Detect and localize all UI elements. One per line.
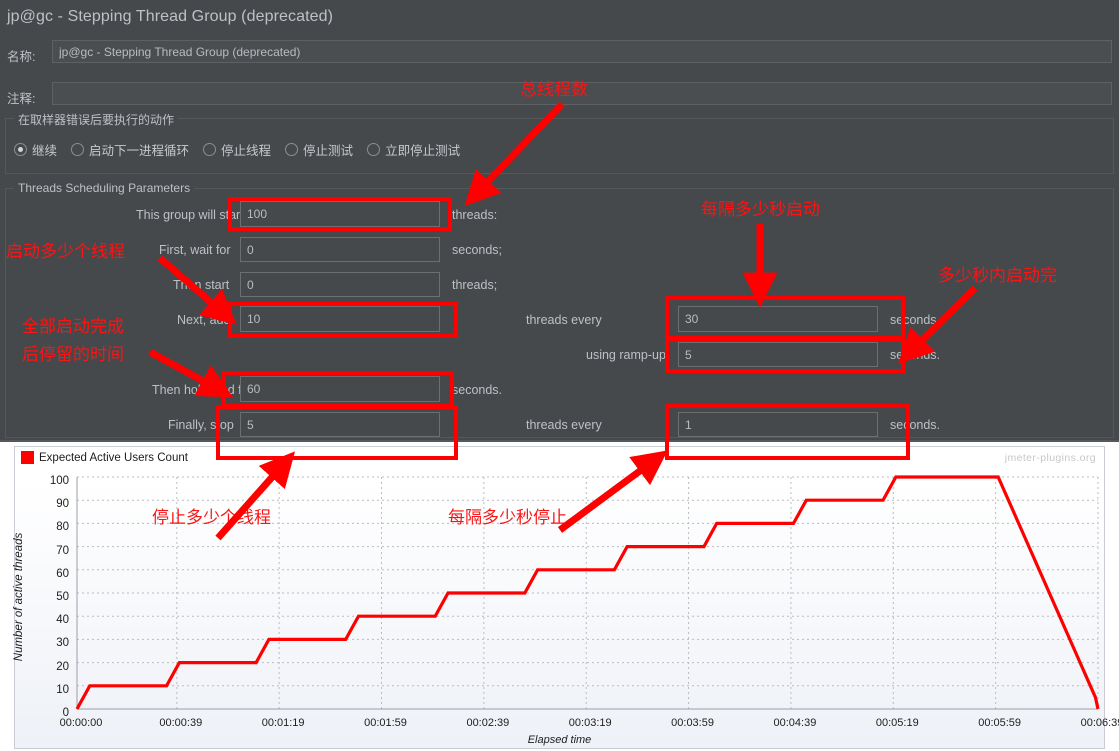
finally-stop-mid-label: threads every bbox=[526, 418, 602, 432]
finally-stop-input[interactable] bbox=[240, 412, 440, 437]
next-add-every-input[interactable] bbox=[678, 306, 878, 332]
chart-x-tick: 00:04:39 bbox=[773, 717, 817, 729]
first-wait-input[interactable] bbox=[240, 237, 440, 262]
chart-x-tick: 00:00:00 bbox=[59, 717, 103, 729]
error-action-radios: 继续 启动下一进程循环 停止线程 停止测试 立即停止测试 bbox=[14, 140, 474, 159]
chart-watermark: jmeter-plugins.org bbox=[1004, 452, 1096, 464]
radio-stop-test-now[interactable]: 立即停止测试 bbox=[367, 140, 460, 159]
chart-y-tick: 10 bbox=[56, 683, 69, 696]
error-action-group-title: 在取样器错误后要执行的动作 bbox=[14, 111, 179, 128]
hold-load-input[interactable] bbox=[240, 376, 440, 402]
legend-swatch-icon bbox=[21, 451, 34, 464]
radio-start-next-loop[interactable]: 启动下一进程循环 bbox=[71, 140, 189, 159]
chart-y-tick: 60 bbox=[56, 567, 69, 580]
chart-x-tick: 00:06:39 bbox=[1080, 717, 1119, 729]
chart-plot-area: Expected Active Users Count jmeter-plugi… bbox=[13, 446, 1119, 749]
radio-stop-test-icon bbox=[285, 143, 299, 156]
chart-x-tick: 00:05:59 bbox=[978, 717, 1022, 729]
radio-start-next-loop-label: 启动下一进程循环 bbox=[89, 144, 190, 158]
next-add-mid-label: threads every bbox=[526, 313, 602, 327]
rampup-suffix: seconds. bbox=[890, 348, 941, 362]
then-start-input[interactable] bbox=[240, 272, 440, 297]
expected-load-chart: Expected Active Users Count jmeter-plugi… bbox=[0, 440, 1119, 751]
finally-stop-every-input[interactable] bbox=[678, 412, 878, 437]
chart-x-tick: 00:02:39 bbox=[466, 717, 510, 729]
chart-y-tick: 50 bbox=[56, 591, 69, 603]
comment-label: 注释: bbox=[7, 92, 36, 106]
then-start-suffix: threads; bbox=[452, 278, 498, 292]
chart-y-tick: 100 bbox=[49, 475, 69, 487]
chart-y-tick: 40 bbox=[56, 614, 69, 627]
name-label: 名称: bbox=[7, 50, 36, 64]
rampup-input[interactable] bbox=[678, 342, 878, 367]
hold-load-suffix: seconds. bbox=[452, 383, 503, 397]
radio-stop-thread[interactable]: 停止线程 bbox=[203, 140, 271, 159]
radio-stop-thread-icon bbox=[203, 143, 217, 156]
chart-x-tick: 00:03:59 bbox=[671, 717, 714, 729]
chart-x-tick: 00:01:59 bbox=[364, 717, 407, 729]
finally-stop-label: Finally, stop bbox=[168, 418, 234, 432]
chart-y-axis-label: Number of active threads bbox=[13, 532, 25, 662]
chart-y-tick: 20 bbox=[56, 660, 69, 673]
radio-continue-icon bbox=[14, 143, 27, 156]
total-threads-input[interactable] bbox=[240, 201, 440, 227]
then-start-label: Then start bbox=[173, 278, 230, 292]
chart-svg bbox=[75, 475, 1100, 710]
rampup-label: using ramp-up bbox=[586, 348, 666, 362]
total-threads-label: This group will start bbox=[136, 208, 244, 222]
chart-y-tick: 90 bbox=[56, 498, 69, 511]
first-wait-suffix: seconds; bbox=[452, 243, 503, 257]
radio-start-next-loop-icon bbox=[71, 143, 85, 156]
first-wait-label: First, wait for bbox=[159, 243, 231, 257]
thread-group-panel: jp@gc - Stepping Thread Group (deprecate… bbox=[0, 0, 1119, 440]
radio-stop-test-now-label: 立即停止测试 bbox=[385, 144, 461, 158]
total-threads-suffix: threads: bbox=[452, 208, 498, 222]
chart-y-tick: 80 bbox=[56, 521, 69, 534]
radio-stop-test[interactable]: 停止测试 bbox=[285, 140, 353, 159]
comment-input[interactable] bbox=[52, 82, 1112, 105]
page-title: jp@gc - Stepping Thread Group (deprecate… bbox=[7, 8, 334, 25]
radio-stop-thread-label: 停止线程 bbox=[221, 144, 272, 158]
chart-x-tick: 00:01:19 bbox=[261, 717, 305, 729]
chart-x-tick: 00:03:19 bbox=[568, 717, 612, 729]
finally-stop-suffix: seconds. bbox=[890, 418, 941, 432]
chart-x-tick: 00:05:19 bbox=[875, 717, 919, 729]
radio-continue-label: 继续 bbox=[32, 144, 58, 158]
next-add-suffix: seconds, bbox=[890, 313, 941, 327]
chart-y-tick: 70 bbox=[56, 544, 69, 557]
radio-continue[interactable]: 继续 bbox=[14, 140, 57, 159]
chart-y-tick: 30 bbox=[56, 637, 69, 650]
legend-label: Expected Active Users Count bbox=[39, 451, 188, 464]
chart-x-tick: 00:00:39 bbox=[159, 717, 203, 729]
next-add-label: Next, add bbox=[177, 313, 231, 327]
chart-legend: Expected Active Users Count bbox=[21, 451, 188, 464]
next-add-input[interactable] bbox=[240, 306, 440, 332]
chart-x-axis-label: Elapsed time bbox=[527, 734, 592, 746]
hold-load-label: Then hold load for bbox=[152, 383, 253, 397]
radio-stop-test-now-icon bbox=[367, 143, 381, 156]
scheduling-group-title: Threads Scheduling Parameters bbox=[14, 181, 195, 195]
name-input[interactable] bbox=[52, 40, 1112, 63]
radio-stop-test-label: 停止测试 bbox=[303, 144, 354, 158]
